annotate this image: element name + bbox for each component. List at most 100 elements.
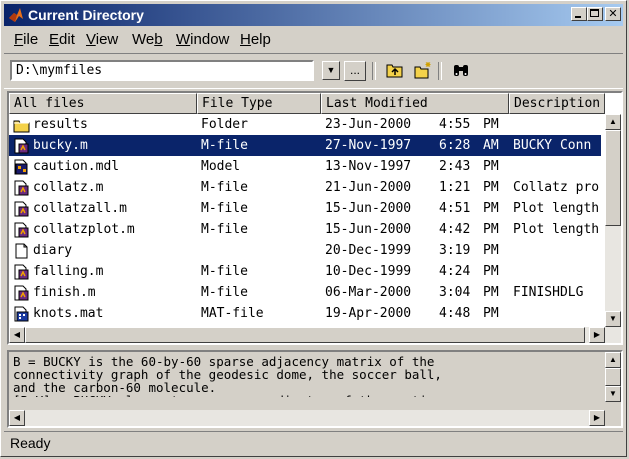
file-type: MAT-file: [201, 306, 264, 321]
arrow-down-icon: ▼: [609, 314, 617, 323]
arrow-right-icon: ▶: [593, 330, 601, 339]
file-time: 3:04: [439, 285, 471, 300]
file-ampm: PM: [483, 180, 499, 195]
file-time: 1:21: [439, 180, 471, 195]
file-date: 10-Dec-1999: [325, 264, 412, 279]
file-name: knots.mat: [33, 306, 104, 321]
menu-file[interactable]: File: [14, 31, 38, 48]
desc-scroll-thumb[interactable]: [605, 368, 621, 386]
find-button[interactable]: [450, 61, 472, 81]
scroll-thumb[interactable]: [605, 130, 621, 226]
file-type: Model: [201, 159, 241, 174]
parent-directory-button[interactable]: [384, 61, 406, 81]
column-header-file-type[interactable]: File Type: [197, 93, 321, 114]
scroll-right-button[interactable]: ▶: [589, 327, 605, 343]
file-date: 27-Nov-1997: [325, 138, 412, 153]
description-horizontal-scrollbar[interactable]: ◀ ▶: [9, 410, 605, 426]
scroll-up-button[interactable]: ▲: [605, 114, 621, 130]
folder-icon: [13, 117, 30, 133]
column-header-description[interactable]: Description: [509, 93, 605, 114]
toolbar-separator-2: [438, 62, 442, 80]
file-name: diary: [33, 243, 73, 258]
file-time: 4:48: [439, 306, 471, 321]
doc-icon: [13, 243, 30, 259]
file-name: results: [33, 117, 88, 132]
description-vertical-scrollbar[interactable]: ▲ ▼: [605, 352, 621, 408]
model-icon: [13, 159, 30, 175]
desc-scroll-left-button[interactable]: ◀: [9, 410, 25, 426]
file-row[interactable]: diary 20-Dec-1999 3:19 PM: [9, 240, 601, 261]
mat-icon: [13, 306, 30, 322]
file-description: Plot length: [513, 201, 600, 216]
file-ampm: AM: [483, 138, 499, 153]
file-ampm: PM: [483, 159, 499, 174]
file-date: 13-Nov-1997: [325, 159, 412, 174]
new-folder-button[interactable]: [412, 61, 434, 81]
desc-scroll-down-button[interactable]: ▼: [605, 386, 621, 402]
file-list: All files File Type Last Modified Descri…: [7, 91, 623, 345]
description-pane: B = BUCKY is the 60-by-60 sparse adjacen…: [7, 350, 623, 428]
horizontal-scroll-thumb[interactable]: [25, 327, 585, 343]
maximize-button[interactable]: [587, 7, 603, 21]
desc-scroll-up-button[interactable]: ▲: [605, 352, 621, 368]
browse-button[interactable]: ...: [344, 61, 366, 81]
matlab-logo-icon: [9, 8, 23, 22]
maximize-icon: [590, 9, 599, 17]
file-type: M-file: [201, 222, 248, 237]
title-bar[interactable]: Current Directory ✕: [4, 4, 623, 26]
mfile-icon: [13, 222, 30, 238]
file-row[interactable]: results Folder 23-Jun-2000 4:55 PM: [9, 114, 601, 135]
file-date: 06-Mar-2000: [325, 285, 412, 300]
file-time: 6:28: [439, 138, 471, 153]
chevron-down-icon: ▼: [326, 65, 336, 75]
folder-up-icon: [386, 64, 403, 78]
file-date: 15-Jun-2000: [325, 222, 412, 237]
minimize-button[interactable]: [571, 7, 587, 21]
file-type: Folder: [201, 117, 248, 132]
file-time: 4:55: [439, 117, 471, 132]
current-directory-input[interactable]: D:\mymfiles: [10, 60, 314, 81]
description-text[interactable]: B = BUCKY is the 60-by-60 sparse adjacen…: [13, 355, 593, 397]
arrow-left-icon: ◀: [13, 330, 21, 339]
menu-help[interactable]: Help: [240, 31, 271, 48]
file-row[interactable]: collatz.m M-file 21-Jun-2000 1:21 PM Collatz …: [9, 177, 601, 198]
toolbar: D:\mymfiles ▼ ...: [4, 53, 623, 89]
file-row[interactable]: bucky.m M-file 27-Nov-1997 6:28 AM BUCKY Conn: [9, 135, 601, 156]
menu-edit[interactable]: Edit: [49, 31, 75, 48]
directory-dropdown-button[interactable]: ▼: [322, 61, 340, 80]
arrow-up-icon: ▲: [609, 355, 617, 364]
file-row[interactable]: collatzplot.m M-file 15-Jun-2000 4:42 PM Plot…: [9, 219, 601, 240]
file-description: BUCKY Conn: [513, 138, 592, 153]
file-row[interactable]: falling.m M-file 10-Dec-1999 4:24 PM: [9, 261, 601, 282]
file-row[interactable]: finish.m M-file 06-Mar-2000 3:04 PM FINISHDLG: [9, 282, 601, 303]
menu-window[interactable]: Window: [176, 31, 229, 48]
mfile-icon: [13, 138, 30, 154]
file-list-vertical-scrollbar[interactable]: ▲ ▼: [605, 114, 621, 327]
current-directory-window: Current Directory ✕ File Edit View Web W…: [0, 0, 627, 457]
scroll-left-button[interactable]: ◀: [9, 327, 25, 343]
arrow-up-icon: ▲: [609, 117, 617, 126]
file-name: falling.m: [33, 264, 104, 279]
file-name: bucky.m: [33, 138, 88, 153]
file-description: FINISHDLG: [513, 285, 584, 300]
file-name: collatzplot.m: [33, 222, 135, 237]
desc-scroll-right-button[interactable]: ▶: [589, 410, 605, 426]
file-row[interactable]: caution.mdl Model 13-Nov-1997 2:43 PM: [9, 156, 601, 177]
file-list-horizontal-scrollbar[interactable]: ◀ ▶: [9, 327, 621, 343]
file-row[interactable]: collatzall.m M-file 15-Jun-2000 4:51 PM Plot …: [9, 198, 601, 219]
file-date: 20-Dec-1999: [325, 243, 412, 258]
column-header-last-modified[interactable]: Last Modified: [321, 93, 509, 114]
menu-view[interactable]: View: [86, 31, 118, 48]
file-time: 2:43: [439, 159, 471, 174]
file-ampm: PM: [483, 264, 499, 279]
file-row[interactable]: knots.mat MAT-file 19-Apr-2000 4:48 PM: [9, 303, 601, 324]
menu-web[interactable]: Web: [132, 31, 163, 48]
arrow-down-icon: ▼: [609, 389, 617, 398]
toolbar-separator: [372, 62, 376, 80]
file-time: 4:42: [439, 222, 471, 237]
close-button[interactable]: ✕: [605, 7, 621, 21]
scroll-down-button[interactable]: ▼: [605, 311, 621, 327]
file-ampm: PM: [483, 201, 499, 216]
menu-bar: File Edit View Web Window Help: [4, 28, 623, 50]
column-header-all-files[interactable]: All files: [9, 93, 197, 114]
